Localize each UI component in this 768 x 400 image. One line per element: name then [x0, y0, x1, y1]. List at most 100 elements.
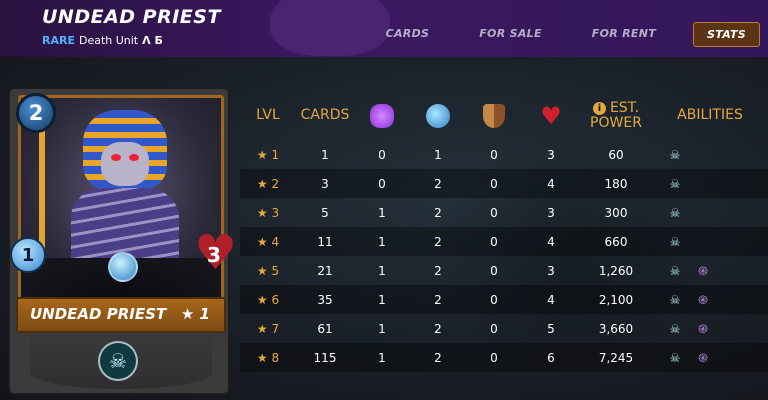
- table-row: ★ 7 61 1 2 0 5 3,660 ☠ ֎: [240, 314, 768, 343]
- cell-power: 2,100: [598, 292, 634, 307]
- cell-armor: 0: [490, 350, 498, 365]
- cell-lvl: ★ 2: [256, 176, 280, 191]
- mummy-eye-left: [111, 154, 121, 161]
- edition-icon: Λ Б: [142, 34, 163, 47]
- header-est-label: EST.: [609, 99, 640, 116]
- header-ranged: [410, 104, 466, 128]
- swirl-ability-icon[interactable]: ֎: [694, 291, 712, 309]
- cell-cards: 61: [317, 321, 333, 336]
- card-name: UNDEAD PRIEST: [30, 305, 167, 323]
- cell-magic: 1: [378, 350, 386, 365]
- armor-icon: [483, 104, 505, 128]
- cell-armor: 0: [490, 176, 498, 191]
- swirl-ability-icon[interactable]: ֎: [694, 320, 712, 338]
- undead-ability-icon[interactable]: ☠: [666, 349, 684, 367]
- cell-health: 4: [547, 292, 555, 307]
- card-name-banner: UNDEAD PRIEST ★ 1: [16, 297, 226, 333]
- header-health: ♥: [522, 104, 580, 128]
- cell-lvl: ★ 4: [256, 234, 280, 249]
- table-row: ★ 2 3 0 2 0 4 180 ☠: [240, 169, 768, 198]
- cell-health: 6: [547, 350, 555, 365]
- top-header: UNDEAD PRIEST RARE Death Unit Λ Б CARDS …: [0, 0, 768, 57]
- cell-cards: 21: [317, 263, 333, 278]
- death-splinter-gem-icon: [108, 252, 138, 282]
- cell-lvl: ★ 7: [256, 321, 280, 336]
- mummy-eye-right: [129, 154, 139, 161]
- cell-armor: 0: [490, 263, 498, 278]
- ranged-attack-icon: [426, 104, 450, 128]
- cell-power: 300: [604, 205, 628, 220]
- table-row: ★ 5 21 1 2 0 3 1,260 ☠ ֎: [240, 256, 768, 285]
- cell-abilities: ☠ ֎: [652, 320, 768, 338]
- undead-ability-icon[interactable]: ☠: [666, 175, 684, 193]
- cell-power: 60: [608, 147, 624, 162]
- cell-armor: 0: [490, 234, 498, 249]
- tab-for-rent[interactable]: FOR RENT: [579, 22, 669, 47]
- swirl-ability-icon[interactable]: ֎: [694, 262, 712, 280]
- cell-power: 660: [604, 234, 628, 249]
- page-title: UNDEAD PRIEST: [42, 6, 221, 28]
- cell-abilities: ☠ ֎: [652, 291, 768, 309]
- cell-ranged: 1: [434, 147, 442, 162]
- cell-ranged: 2: [434, 263, 442, 278]
- cell-abilities: ☠ ֎: [652, 349, 768, 367]
- cell-armor: 0: [490, 205, 498, 220]
- cell-abilities: ☠: [652, 146, 768, 164]
- info-icon[interactable]: i: [592, 101, 606, 115]
- cell-power: 180: [604, 176, 628, 191]
- cell-health: 5: [547, 321, 555, 336]
- cell-lvl: ★ 3: [256, 205, 280, 220]
- undead-ability-icon[interactable]: ☠: [666, 320, 684, 338]
- cell-armor: 0: [490, 147, 498, 162]
- swirl-ability-icon[interactable]: ֎: [694, 349, 712, 367]
- undead-ability-icon[interactable]: ☠: [666, 146, 684, 164]
- monster-card[interactable]: 2 1 3 UNDEAD PRIEST ★ 1 ☠: [8, 87, 237, 395]
- header-magic: [354, 104, 410, 128]
- cell-power: 3,660: [598, 321, 634, 336]
- cell-health: 4: [547, 176, 555, 191]
- cell-ranged: 2: [434, 350, 442, 365]
- cell-cards: 5: [321, 205, 329, 220]
- header-est-power: i EST. POWER: [580, 99, 652, 132]
- table-row: ★ 3 5 1 2 0 3 300 ☠: [240, 198, 768, 227]
- tab-stats[interactable]: STATS: [693, 22, 760, 47]
- stats-table: LVL CARDS ♥ i EST. POWER ABILITIES ★ 1 1 0 1…: [240, 92, 768, 372]
- undead-ability-icon[interactable]: ☠: [666, 204, 684, 222]
- cell-cards: 3: [321, 176, 329, 191]
- header-cards: CARDS: [300, 107, 350, 124]
- cell-cards: 1: [321, 147, 329, 162]
- undead-ability-icon[interactable]: ☠: [666, 262, 684, 280]
- header-lvl: LVL: [256, 107, 280, 124]
- cell-health: 4: [547, 234, 555, 249]
- cell-health: 3: [547, 263, 555, 278]
- header-power-label: POWER: [590, 115, 642, 131]
- cell-armor: 0: [490, 321, 498, 336]
- cell-magic: 1: [378, 205, 386, 220]
- cell-ranged: 2: [434, 321, 442, 336]
- table-row: ★ 8 115 1 2 0 6 7,245 ☠ ֎: [240, 343, 768, 372]
- cell-magic: 1: [378, 292, 386, 307]
- cell-ranged: 2: [434, 234, 442, 249]
- unit-type-label: Death Unit: [78, 34, 139, 47]
- health-badge: 3: [194, 229, 237, 277]
- tab-for-sale[interactable]: FOR SALE: [466, 22, 555, 47]
- cell-health: 3: [547, 205, 555, 220]
- undead-ability-icon[interactable]: ☠: [666, 233, 684, 251]
- cell-lvl: ★ 8: [256, 350, 280, 365]
- card-level: ★ 1: [180, 305, 210, 323]
- cell-ranged: 2: [434, 176, 442, 191]
- cell-lvl: ★ 1: [256, 147, 280, 162]
- cell-health: 3: [547, 147, 555, 162]
- undead-ability-icon[interactable]: ☠: [666, 291, 684, 309]
- rarity-label: RARE: [42, 34, 75, 47]
- cell-abilities: ☠: [652, 175, 768, 193]
- undead-ability-icon[interactable]: ☠: [98, 341, 138, 381]
- cell-magic: 0: [378, 147, 386, 162]
- mana-badge: 2: [16, 93, 56, 133]
- header-abilities: ABILITIES: [677, 107, 743, 124]
- cell-lvl: ★ 6: [256, 292, 280, 307]
- cell-abilities: ☠ ֎: [652, 262, 768, 280]
- tab-cards[interactable]: CARDS: [373, 22, 443, 47]
- cell-magic: 1: [378, 321, 386, 336]
- health-value: 3: [207, 243, 221, 267]
